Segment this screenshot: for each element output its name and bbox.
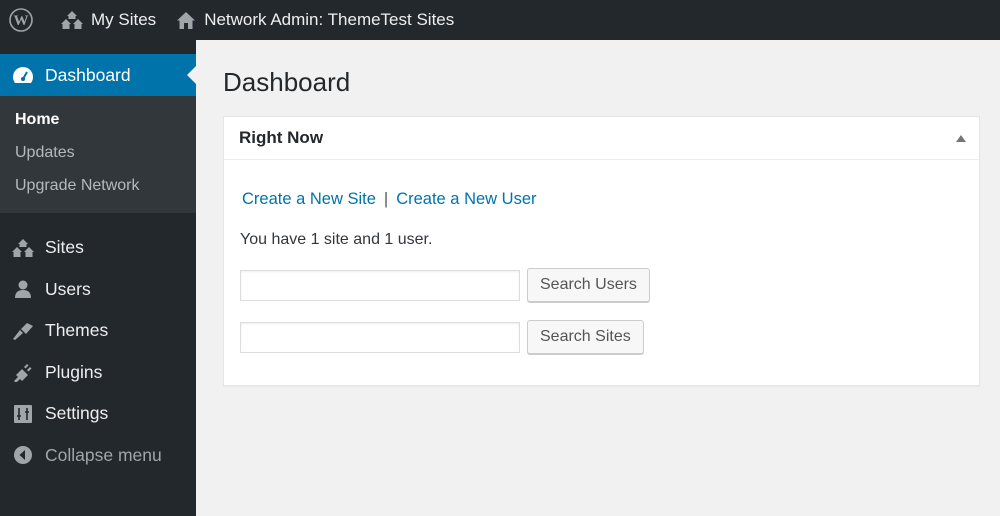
menu-plugins[interactable]: Plugins	[0, 352, 196, 394]
create-new-site-link[interactable]: Create a New Site	[242, 190, 376, 208]
menu-sites-label: Sites	[45, 237, 84, 258]
triangle-up-icon	[956, 134, 966, 142]
network-admin-menu[interactable]: Network Admin: ThemeTest Sites	[166, 0, 464, 40]
wp-logo-menu[interactable]: W	[0, 0, 51, 40]
menu-plugins-label: Plugins	[45, 361, 103, 382]
page-title: Dashboard	[223, 67, 351, 97]
submenu-updates[interactable]: Updates	[0, 137, 196, 170]
svg-text:W: W	[14, 13, 29, 29]
menu-dashboard-label: Dashboard	[45, 64, 131, 85]
home-icon	[176, 11, 196, 30]
menu-themes[interactable]: Themes	[0, 310, 196, 352]
themes-icon	[12, 320, 34, 342]
my-sites-menu[interactable]: My Sites	[51, 0, 166, 40]
admin-menu: Dashboard Home Updates Upgrade Network S…	[0, 40, 196, 516]
link-separator: |	[383, 190, 389, 208]
search-users-button[interactable]: Search Users	[527, 268, 650, 302]
menu-dashboard[interactable]: Dashboard	[0, 54, 196, 96]
dashboard-icon	[12, 64, 34, 86]
widget-title: Right Now	[239, 128, 324, 147]
create-new-user-link[interactable]: Create a New User	[396, 190, 536, 208]
admin-bar: W My Sites Network Admin: ThemeTest Site…	[0, 0, 1000, 40]
menu-settings[interactable]: Settings	[0, 393, 196, 435]
my-sites-icon	[61, 10, 83, 30]
plugins-icon	[12, 361, 34, 383]
dashboard-submenu: Home Updates Upgrade Network	[0, 96, 196, 213]
collapse-arrow-icon	[12, 444, 34, 466]
main-content: Dashboard Right Now Create a New Site | Cr…	[223, 40, 980, 386]
my-sites-label: My Sites	[91, 10, 157, 29]
collapse-menu-button[interactable]: Collapse menu	[0, 435, 196, 477]
menu-users[interactable]: Users	[0, 269, 196, 311]
right-now-widget: Right Now Create a New Site | Create a New…	[223, 116, 980, 386]
search-sites-form: Search Sites	[240, 320, 963, 354]
submenu-home[interactable]: Home	[0, 104, 196, 137]
search-sites-button[interactable]: Search Sites	[527, 320, 644, 354]
submenu-upgrade-network[interactable]: Upgrade Network	[0, 170, 196, 203]
collapse-menu-label: Collapse menu	[45, 444, 162, 465]
wordpress-logo-icon: W	[9, 8, 33, 32]
menu-settings-label: Settings	[45, 403, 109, 424]
site-user-count: You have 1 site and 1 user.	[240, 231, 433, 248]
widget-toggle-button[interactable]	[943, 117, 979, 160]
settings-icon	[12, 403, 34, 425]
users-icon	[12, 278, 34, 300]
sites-icon	[12, 237, 34, 259]
search-users-form: Search Users	[240, 268, 963, 302]
search-users-input[interactable]	[240, 269, 520, 301]
widget-header: Right Now	[224, 117, 979, 160]
menu-themes-label: Themes	[45, 320, 109, 341]
network-admin-label: Network Admin: ThemeTest Sites	[204, 10, 455, 29]
search-sites-input[interactable]	[240, 321, 520, 353]
menu-sites[interactable]: Sites	[0, 227, 196, 269]
menu-users-label: Users	[45, 278, 91, 299]
